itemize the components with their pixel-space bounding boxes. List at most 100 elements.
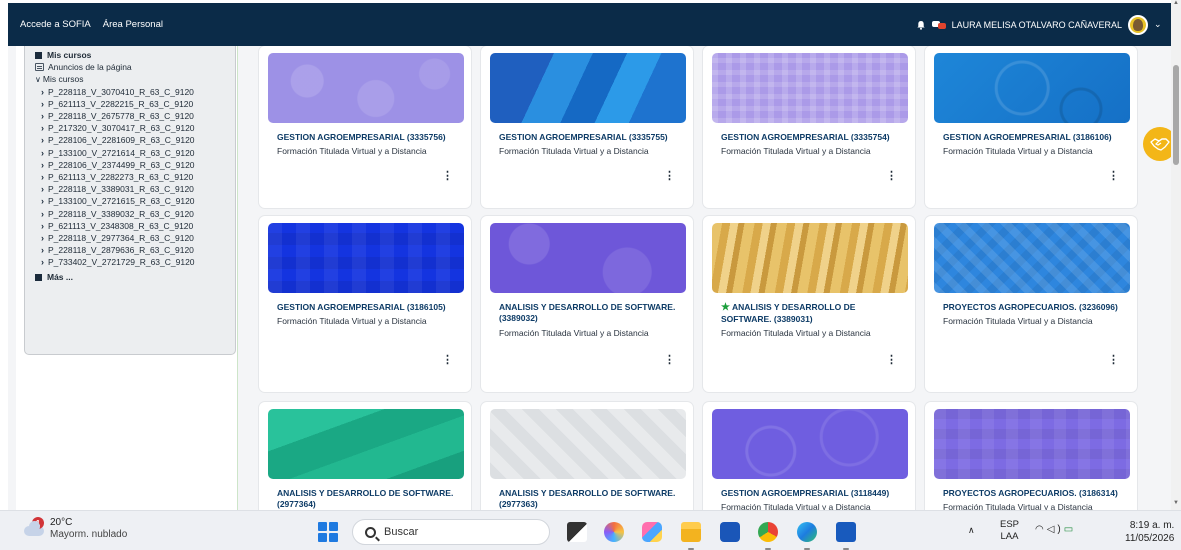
drawer-item-announcements[interactable]: Anuncios de la página xyxy=(35,61,235,73)
course-image[interactable] xyxy=(934,53,1130,123)
course-image[interactable] xyxy=(712,223,908,293)
taskbar-search[interactable]: Buscar xyxy=(352,519,550,545)
widgets-icon[interactable] xyxy=(642,522,662,542)
course-title[interactable]: GESTION AGROEMPRESARIAL (3335754) xyxy=(721,132,906,143)
course-card[interactable]: GESTION AGROEMPRESARIAL (3335756) Formac… xyxy=(259,46,471,208)
course-card[interactable]: GESTION AGROEMPRESARIAL (3186106) Formac… xyxy=(925,46,1137,208)
drawer-item-my-courses[interactable]: Mis cursos xyxy=(35,49,235,61)
course-card[interactable]: ★ ANALISIS Y DESARROLLO DE SOFTWARE. (338… xyxy=(703,216,915,392)
course-card[interactable]: ANALISIS Y DESARROLLO DE SOFTWARE. (3389… xyxy=(481,216,693,392)
drawer-course-item[interactable]: › P_217320_V_3070417_R_63_C_9120 xyxy=(35,122,235,134)
battery-icon[interactable]: ▭ xyxy=(1064,524,1076,535)
course-card[interactable]: ANALISIS Y DESARROLLO DE SOFTWARE. (2977… xyxy=(481,402,693,510)
drawer-course-item[interactable]: › P_621113_V_2282273_R_63_C_9120 xyxy=(35,171,235,183)
drawer-course-item[interactable]: › P_621113_V_2348308_R_63_C_9120 xyxy=(35,220,235,232)
course-image[interactable] xyxy=(712,53,908,123)
course-image[interactable] xyxy=(934,409,1130,479)
course-title[interactable]: GESTION AGROEMPRESARIAL (3335755) xyxy=(499,132,684,143)
more-options-icon[interactable]: ⋮ xyxy=(1108,355,1119,366)
drawer-course-label: P_228106_V_2281609_R_63_C_9120 xyxy=(48,135,195,146)
microsoft-store-icon[interactable] xyxy=(720,522,740,542)
course-image[interactable] xyxy=(268,409,464,479)
system-tray-icons[interactable]: ◠◁)▭ xyxy=(1035,524,1076,535)
course-image[interactable] xyxy=(268,53,464,123)
drawer-course-item[interactable]: › P_228118_V_2977364_R_63_C_9120 xyxy=(35,232,235,244)
chevron-down-icon[interactable]: ⌄ xyxy=(1154,19,1164,30)
course-title[interactable]: ANALISIS Y DESARROLLO DE SOFTWARE. (2977… xyxy=(277,488,462,509)
course-title[interactable]: GESTION AGROEMPRESARIAL (3186106) xyxy=(943,132,1128,143)
course-title[interactable]: ★ ANALISIS Y DESARROLLO DE SOFTWARE. (338… xyxy=(721,302,906,324)
more-options-icon[interactable]: ⋮ xyxy=(886,355,897,366)
drawer-course-item[interactable]: › P_228118_V_2879636_R_63_C_9120 xyxy=(35,244,235,256)
scroll-thumb[interactable] xyxy=(1173,65,1179,165)
volume-icon[interactable]: ◁) xyxy=(1047,524,1064,535)
drawer-course-item[interactable]: › P_133100_V_2721614_R_63_C_9120 xyxy=(35,147,235,159)
scroll-up-icon[interactable]: ▲ xyxy=(1173,0,1179,6)
nav-link-sofia[interactable]: Accede a SOFIA xyxy=(20,19,91,30)
page-scrollbar[interactable]: ▲ ▼ xyxy=(1171,0,1181,510)
course-card[interactable]: ANALISIS Y DESARROLLO DE SOFTWARE. (2977… xyxy=(259,402,471,510)
weather-description: Mayorm. nublado xyxy=(50,529,128,540)
more-options-icon[interactable]: ⋮ xyxy=(664,171,675,182)
windows-start-icon[interactable] xyxy=(318,522,338,542)
course-title[interactable]: GESTION AGROEMPRESARIAL (3186105) xyxy=(277,302,462,313)
nav-link-area-personal[interactable]: Área Personal xyxy=(103,19,163,30)
course-card[interactable]: GESTION AGROEMPRESARIAL (3335755) Formac… xyxy=(481,46,693,208)
copilot-icon[interactable] xyxy=(604,522,624,542)
avatar[interactable] xyxy=(1128,14,1148,35)
drawer-course-label: P_621113_V_2282215_R_63_C_9120 xyxy=(48,98,194,109)
edge-icon[interactable] xyxy=(797,522,817,542)
more-options-icon[interactable]: ⋮ xyxy=(442,355,453,366)
system-clock[interactable]: 8:19 a. m. 11/05/2026 xyxy=(1125,519,1174,545)
chrome-icon[interactable] xyxy=(758,522,778,542)
drawer-course-label: P_228106_V_2374499_R_63_C_9120 xyxy=(48,159,195,170)
course-image[interactable] xyxy=(712,409,908,479)
drawer-course-item[interactable]: › P_621113_V_2282215_R_63_C_9120 xyxy=(35,98,235,110)
course-image[interactable] xyxy=(490,409,686,479)
drawer-course-item[interactable]: › P_228118_V_3389032_R_63_C_9120 xyxy=(35,207,235,219)
drawer-course-item[interactable]: › P_228118_V_2675778_R_63_C_9120 xyxy=(35,110,235,122)
more-options-icon[interactable]: ⋮ xyxy=(442,171,453,182)
course-title-text[interactable]: ANALISIS Y DESARROLLO DE SOFTWARE. (3389… xyxy=(721,302,855,324)
drawer-item-more[interactable]: Más ... xyxy=(35,271,235,283)
scroll-down-icon[interactable]: ▼ xyxy=(1173,500,1179,506)
course-title[interactable]: PROYECTOS AGROPECUARIOS. (3186314) xyxy=(943,488,1128,499)
course-card[interactable]: PROYECTOS AGROPECUARIOS. (3186314) Forma… xyxy=(925,402,1137,510)
course-card[interactable]: PROYECTOS AGROPECUARIOS. (3236096) Forma… xyxy=(925,216,1137,392)
drawer-course-item[interactable]: › P_228118_V_3070410_R_63_C_9120 xyxy=(35,86,235,98)
more-options-icon[interactable]: ⋮ xyxy=(664,355,675,366)
language-indicator[interactable]: ESP LAA xyxy=(1000,519,1019,543)
course-title[interactable]: PROYECTOS AGROPECUARIOS. (3236096) xyxy=(943,302,1128,313)
task-view-icon[interactable] xyxy=(567,522,587,542)
bell-icon[interactable] xyxy=(916,20,926,30)
drawer-course-item[interactable]: › P_733402_V_2721729_R_63_C_9120 xyxy=(35,256,235,268)
course-card[interactable]: GESTION AGROEMPRESARIAL (3186105) Formac… xyxy=(259,216,471,392)
course-card[interactable]: GESTION AGROEMPRESARIAL (3335754) Formac… xyxy=(703,46,915,208)
course-image[interactable] xyxy=(934,223,1130,293)
chevron-right-icon: › xyxy=(41,111,44,122)
navbar-user-area: LAURA MELISA OTALVARO CAÑAVERAL ⌄ xyxy=(916,14,1164,35)
drawer-course-item[interactable]: › P_228118_V_3389031_R_63_C_9120 xyxy=(35,183,235,195)
drawer-course-item[interactable]: › P_228106_V_2374499_R_63_C_9120 xyxy=(35,159,235,171)
course-title[interactable]: GESTION AGROEMPRESARIAL (3335756) xyxy=(277,132,462,143)
star-icon[interactable]: ★ xyxy=(721,302,730,313)
wifi-icon[interactable]: ◠ xyxy=(1035,524,1047,535)
chevron-up-icon[interactable]: ∧ xyxy=(968,525,975,536)
file-explorer-icon[interactable] xyxy=(681,522,701,542)
more-options-icon[interactable]: ⋮ xyxy=(886,171,897,182)
messages-icon[interactable] xyxy=(931,20,946,30)
drawer-group-my-courses[interactable]: ∨ Mis cursos xyxy=(35,73,235,85)
course-title[interactable]: ANALISIS Y DESARROLLO DE SOFTWARE. (3389… xyxy=(499,302,684,323)
course-card[interactable]: GESTION AGROEMPRESARIAL (3118449) Formac… xyxy=(703,402,915,510)
course-image[interactable] xyxy=(490,53,686,123)
course-title[interactable]: GESTION AGROEMPRESARIAL (3118449) xyxy=(721,488,906,499)
word-icon[interactable] xyxy=(836,522,856,542)
more-options-icon[interactable]: ⋮ xyxy=(1108,171,1119,182)
weather-widget[interactable]: 1 20°C Mayorm. nublado xyxy=(22,517,127,541)
drawer-course-item[interactable]: › P_133100_V_2721615_R_63_C_9120 xyxy=(35,195,235,207)
course-image[interactable] xyxy=(490,223,686,293)
course-image[interactable] xyxy=(268,223,464,293)
course-title[interactable]: ANALISIS Y DESARROLLO DE SOFTWARE. (2977… xyxy=(499,488,684,509)
drawer-course-item[interactable]: › P_228106_V_2281609_R_63_C_9120 xyxy=(35,134,235,146)
user-name[interactable]: LAURA MELISA OTALVARO CAÑAVERAL xyxy=(952,20,1122,30)
